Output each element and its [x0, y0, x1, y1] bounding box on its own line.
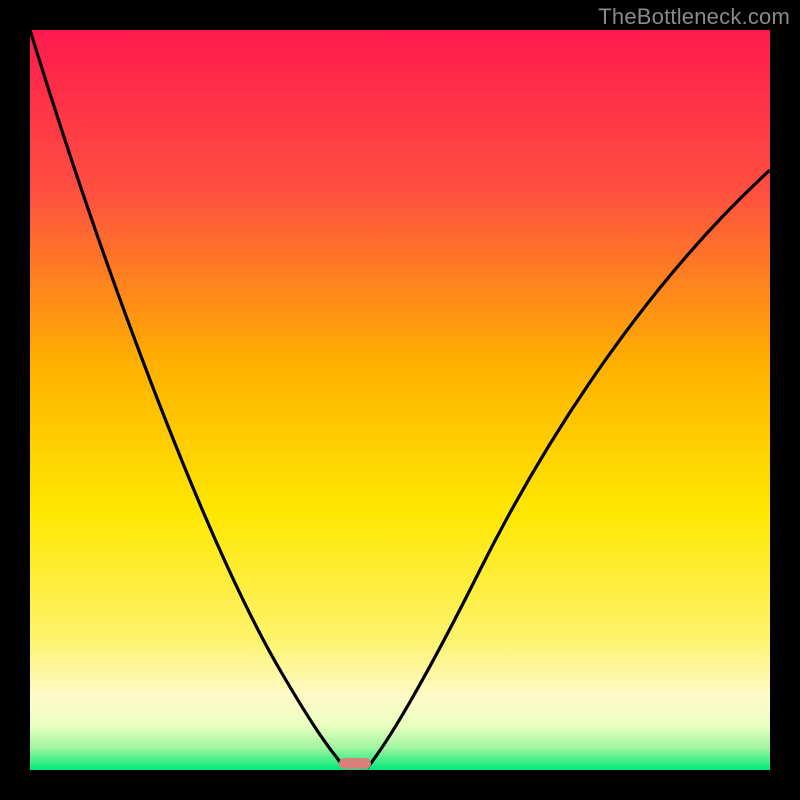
watermark-text: TheBottleneck.com	[598, 4, 790, 30]
left-curve-path	[30, 30, 345, 768]
minimum-marker	[339, 758, 371, 769]
chart-frame: TheBottleneck.com	[0, 0, 800, 800]
plot-area	[30, 30, 770, 770]
curve-layer	[30, 30, 770, 770]
right-curve-path	[367, 170, 770, 768]
